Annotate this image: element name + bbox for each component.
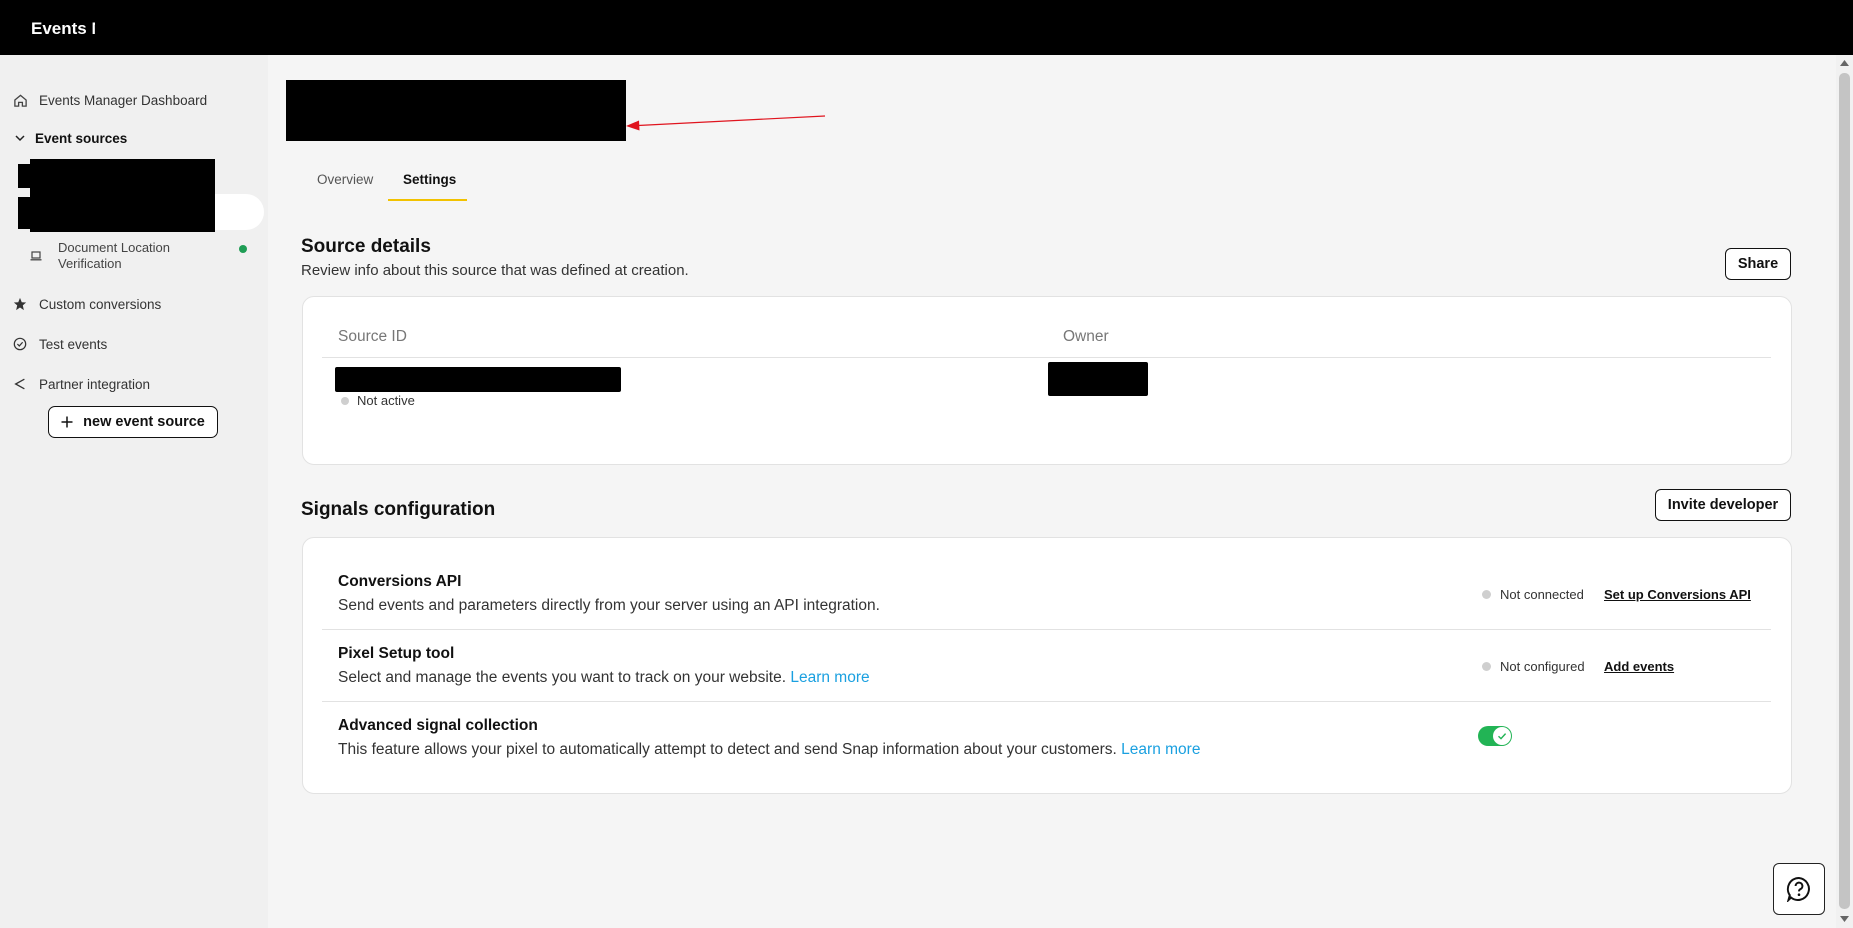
sidebar-subitem-document-location[interactable]: Document Location Verification bbox=[30, 240, 170, 272]
source-details-subtitle: Review info about this source that was d… bbox=[301, 262, 689, 279]
add-events-link[interactable]: Add events bbox=[1604, 659, 1674, 674]
pixel-setup-status: Not configured bbox=[1482, 659, 1585, 674]
status-dot bbox=[1482, 662, 1491, 671]
advanced-signal-title: Advanced signal collection bbox=[338, 717, 538, 734]
conversions-api-status: Not connected bbox=[1482, 587, 1584, 602]
redacted-owner bbox=[1048, 362, 1148, 396]
new-event-source-button[interactable]: new event source bbox=[48, 406, 218, 438]
sidebar-item-partner-integration[interactable]: Partner integration bbox=[0, 374, 150, 394]
advanced-signal-desc: This feature allows your pixel to automa… bbox=[338, 741, 1201, 758]
conversions-api-title: Conversions API bbox=[338, 573, 462, 590]
help-icon bbox=[1786, 876, 1812, 902]
source-details-title: Source details bbox=[301, 236, 431, 257]
source-id-header: Source ID bbox=[338, 328, 407, 345]
pixel-setup-status-label: Not configured bbox=[1500, 659, 1585, 674]
advanced-signal-learn-more-link[interactable]: Learn more bbox=[1121, 741, 1200, 758]
signals-divider-2 bbox=[322, 701, 1771, 702]
sidebar-item-custom-conversions[interactable]: Custom conversions bbox=[0, 294, 161, 314]
share-label: Share bbox=[1737, 256, 1779, 272]
app-title: Events Ma bbox=[31, 19, 95, 38]
status-dot bbox=[1482, 590, 1491, 599]
check-icon bbox=[1493, 727, 1511, 745]
chevron-down-icon bbox=[10, 128, 30, 148]
card-divider bbox=[322, 357, 1771, 358]
pixel-setup-learn-more-link[interactable]: Learn more bbox=[790, 669, 869, 686]
share-button[interactable]: Share bbox=[1725, 248, 1791, 280]
plus-icon bbox=[61, 416, 73, 428]
invite-developer-button[interactable]: Invite developer bbox=[1655, 489, 1791, 521]
scroll-up-arrow-icon[interactable] bbox=[1840, 60, 1849, 66]
sidebar-item-dashboard[interactable]: Events Manager Dashboard bbox=[0, 90, 207, 110]
active-tab-indicator bbox=[388, 199, 467, 201]
subsource-label: Document Location Verification bbox=[58, 240, 171, 271]
setup-conversions-api-link[interactable]: Set up Conversions API bbox=[1604, 587, 1751, 602]
sidebar-item-label: Custom conversions bbox=[39, 296, 162, 312]
sidebar-item-test-events[interactable]: Test events bbox=[0, 334, 107, 354]
invite-developer-label: Invite developer bbox=[1667, 497, 1779, 513]
status-dot bbox=[341, 396, 349, 405]
check-circle-icon bbox=[10, 334, 30, 354]
sidebar-item-label: Test events bbox=[39, 336, 108, 352]
share-icon bbox=[10, 374, 30, 394]
sidebar-item-label: Events Manager Dashboard bbox=[39, 92, 208, 108]
sidebar-item-label: Partner integration bbox=[39, 376, 151, 392]
sidebar-item-event-sources[interactable]: Event sources bbox=[0, 128, 127, 148]
top-bar: Events Ma bbox=[0, 0, 1853, 55]
active-status-dot bbox=[239, 245, 247, 253]
conversions-api-status-label: Not connected bbox=[1500, 587, 1584, 602]
laptop-icon bbox=[30, 249, 42, 272]
owner-header: Owner bbox=[1063, 328, 1109, 345]
annotation-arrow bbox=[626, 115, 826, 131]
tab-overview[interactable]: Overview bbox=[317, 172, 373, 187]
tab-settings[interactable]: Settings bbox=[403, 172, 456, 187]
redacted-source-name bbox=[30, 159, 215, 232]
source-status-label: Not active bbox=[357, 393, 415, 408]
redacted-source-id bbox=[335, 367, 621, 392]
new-event-source-label: new event source bbox=[83, 414, 205, 430]
pixel-setup-desc: Select and manage the events you want to… bbox=[338, 669, 870, 686]
redacted-page-title bbox=[286, 80, 626, 141]
source-status: Not active bbox=[341, 393, 415, 408]
pixel-setup-title: Pixel Setup tool bbox=[338, 645, 455, 662]
signals-config-title: Signals configuration bbox=[301, 499, 496, 520]
scroll-down-arrow-icon[interactable] bbox=[1840, 916, 1849, 922]
advanced-signal-toggle[interactable] bbox=[1478, 726, 1512, 746]
star-icon bbox=[10, 294, 30, 314]
signals-divider-1 bbox=[322, 629, 1771, 630]
scroll-thumb[interactable] bbox=[1839, 73, 1850, 909]
help-button[interactable] bbox=[1773, 863, 1825, 915]
conversions-api-desc: Send events and parameters directly from… bbox=[338, 597, 880, 614]
sidebar-item-label: Event sources bbox=[35, 130, 128, 146]
home-icon bbox=[10, 90, 30, 110]
page-scrollbar[interactable] bbox=[1836, 55, 1853, 928]
